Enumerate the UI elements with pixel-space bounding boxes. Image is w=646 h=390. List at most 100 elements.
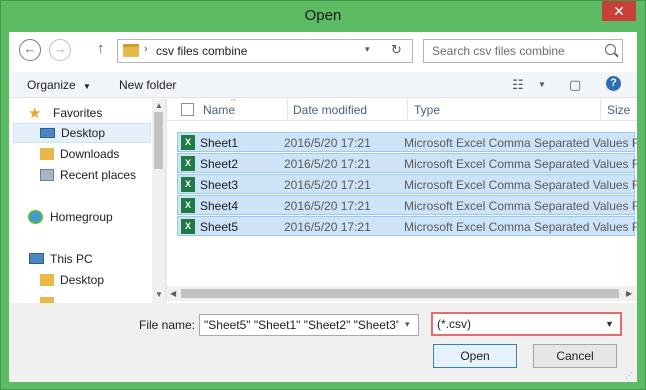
refresh-icon[interactable]: ↻ bbox=[391, 42, 402, 58]
file-name: Sheet4 bbox=[200, 199, 239, 213]
open-dialog: Open ✕ ← → ↑ › csv files combine ▾ ↻ Sea… bbox=[0, 0, 646, 390]
excel-file-icon: X bbox=[181, 135, 195, 150]
excel-file-icon: X bbox=[181, 198, 195, 213]
organize-label: Organize bbox=[27, 78, 76, 92]
title-bar[interactable]: Open ✕ bbox=[1, 1, 645, 33]
downloads-folder-icon bbox=[40, 148, 54, 160]
star-icon: ★ bbox=[28, 105, 42, 122]
sidebar-item-desktop[interactable]: Desktop bbox=[13, 123, 151, 143]
file-name: Sheet2 bbox=[200, 157, 239, 171]
file-date: 2016/5/20 17:21 bbox=[284, 178, 371, 192]
file-date: 2016/5/20 17:21 bbox=[284, 136, 371, 150]
organize-dropdown-icon: ▼ bbox=[83, 82, 91, 91]
file-row[interactable]: X Sheet3 2016/5/20 17:21 Microsoft Excel… bbox=[177, 174, 637, 194]
scroll-right-icon[interactable]: ▶ bbox=[626, 289, 632, 298]
view-dropdown-icon[interactable]: ▼ bbox=[538, 80, 546, 89]
sidebar-item-label: Desktop bbox=[61, 126, 106, 140]
file-row[interactable]: X Sheet2 2016/5/20 17:21 Microsoft Excel… bbox=[177, 153, 637, 173]
sidebar-item-label: Downloads bbox=[60, 147, 120, 161]
desktop-folder-icon bbox=[40, 274, 54, 286]
scrollbar-thumb[interactable] bbox=[154, 112, 163, 169]
file-type: Microsoft Excel Comma Separated Values F… bbox=[404, 157, 637, 171]
column-header-date[interactable]: Date modified bbox=[293, 103, 367, 117]
horizontal-scrollbar[interactable]: ◀ ▶ bbox=[167, 286, 637, 301]
resize-grip-icon[interactable]: ⋰ bbox=[625, 371, 633, 380]
sidebar-item-label: This PC bbox=[50, 252, 93, 266]
up-button[interactable]: ↑ bbox=[97, 40, 105, 57]
new-folder-button[interactable]: New folder bbox=[119, 78, 176, 92]
file-name: Sheet5 bbox=[200, 220, 239, 234]
search-icon[interactable] bbox=[605, 44, 616, 55]
help-icon[interactable]: ? bbox=[606, 76, 621, 91]
file-type: Microsoft Excel Comma Separated Values F… bbox=[404, 199, 637, 213]
filename-combo[interactable]: "Sheet5" "Sheet1" "Sheet2" "Sheet3" " ▾ bbox=[199, 314, 419, 336]
close-button[interactable]: ✕ bbox=[602, 1, 636, 21]
file-row[interactable]: X Sheet5 2016/5/20 17:21 Microsoft Excel… bbox=[177, 216, 637, 236]
navigation-scrollbar[interactable]: ▲ ▼ bbox=[152, 99, 165, 303]
sidebar-item-pc-desktop[interactable]: Desktop bbox=[9, 270, 151, 290]
homegroup-icon bbox=[28, 210, 43, 224]
sidebar-item-homegroup[interactable]: Homegroup bbox=[9, 207, 151, 227]
sidebar-item-recent-places[interactable]: Recent places bbox=[9, 165, 151, 185]
toolbar: Organize ▼ New folder ☷ ▼ ▢ ? bbox=[9, 72, 637, 98]
file-date: 2016/5/20 17:21 bbox=[284, 220, 371, 234]
excel-file-icon: X bbox=[181, 177, 195, 192]
sort-ascending-icon: ^ bbox=[231, 99, 236, 106]
column-divider[interactable] bbox=[407, 99, 408, 121]
search-box[interactable]: Search csv files combine bbox=[423, 39, 623, 63]
scroll-up-icon[interactable]: ▲ bbox=[155, 101, 163, 110]
recent-places-icon bbox=[40, 169, 54, 181]
scroll-down-icon[interactable]: ▼ bbox=[155, 290, 163, 299]
file-name: Sheet3 bbox=[200, 178, 239, 192]
file-name: Sheet1 bbox=[200, 136, 239, 150]
dialog-footer: File name: "Sheet5" "Sheet1" "Sheet2" "S… bbox=[9, 303, 637, 382]
breadcrumb-current[interactable]: csv files combine bbox=[156, 44, 247, 58]
file-row[interactable]: X Sheet1 2016/5/20 17:21 Microsoft Excel… bbox=[177, 132, 637, 152]
sidebar-item-favorites[interactable]: ★ Favorites bbox=[9, 103, 151, 123]
open-button[interactable]: Open bbox=[433, 344, 517, 368]
scroll-left-icon[interactable]: ◀ bbox=[170, 289, 176, 298]
select-all-checkbox[interactable] bbox=[181, 103, 194, 116]
column-header-row: Name ^ Date modified Type Size bbox=[167, 99, 637, 121]
sidebar-item-label: Favorites bbox=[53, 106, 103, 120]
sidebar-item-this-pc[interactable]: This PC bbox=[9, 249, 151, 269]
view-options-icon[interactable]: ☷ bbox=[512, 77, 524, 93]
file-type-filter-value: (*.csv) bbox=[437, 317, 471, 331]
file-type-filter[interactable]: (*.csv) ▼ bbox=[431, 312, 622, 336]
scrollbar-thumb[interactable] bbox=[181, 289, 619, 298]
chevron-down-icon[interactable]: ▾ bbox=[365, 44, 370, 55]
column-divider[interactable] bbox=[600, 99, 601, 121]
breadcrumb-separator[interactable]: › bbox=[144, 43, 148, 55]
search-input[interactable]: Search csv files combine bbox=[432, 44, 565, 58]
back-button[interactable]: ← bbox=[19, 39, 41, 61]
forward-button[interactable]: → bbox=[49, 39, 71, 61]
column-header-type[interactable]: Type bbox=[414, 103, 440, 117]
file-row[interactable]: X Sheet4 2016/5/20 17:21 Microsoft Excel… bbox=[177, 195, 637, 215]
sidebar-item-label: Recent places bbox=[60, 168, 137, 182]
file-date: 2016/5/20 17:21 bbox=[284, 157, 371, 171]
filename-label: File name: bbox=[139, 318, 196, 332]
cancel-button[interactable]: Cancel bbox=[533, 344, 617, 368]
dialog-client: ← → ↑ › csv files combine ▾ ↻ Search csv… bbox=[9, 32, 637, 382]
address-bar[interactable]: › csv files combine ▾ ↻ bbox=[117, 39, 413, 63]
file-type: Microsoft Excel Comma Separated Values F… bbox=[404, 220, 637, 234]
chevron-down-icon[interactable]: ▾ bbox=[405, 319, 410, 330]
navigation-pane: ★ Favorites Desktop Downloads Recent pla… bbox=[9, 99, 165, 303]
folder-icon bbox=[123, 44, 139, 57]
column-divider[interactable] bbox=[287, 99, 288, 121]
sidebar-item-label: Homegroup bbox=[50, 210, 113, 224]
chevron-down-icon[interactable]: ▼ bbox=[605, 319, 614, 329]
filename-field[interactable]: "Sheet5" "Sheet1" "Sheet2" "Sheet3" " bbox=[204, 318, 399, 332]
sidebar-item-partial[interactable] bbox=[9, 293, 151, 303]
sidebar-item-label: Desktop bbox=[60, 273, 105, 287]
preview-pane-icon[interactable]: ▢ bbox=[569, 77, 581, 93]
organize-button[interactable]: Organize ▼ bbox=[27, 78, 91, 92]
file-type: Microsoft Excel Comma Separated Values F… bbox=[404, 136, 637, 150]
desktop-icon bbox=[40, 128, 55, 138]
column-header-size[interactable]: Size bbox=[607, 103, 630, 117]
file-type: Microsoft Excel Comma Separated Values F… bbox=[404, 178, 637, 192]
excel-file-icon: X bbox=[181, 219, 195, 234]
sidebar-item-downloads[interactable]: Downloads bbox=[9, 144, 151, 164]
file-list: Name ^ Date modified Type Size X Sheet1 … bbox=[167, 99, 637, 303]
window-title: Open bbox=[304, 7, 342, 24]
